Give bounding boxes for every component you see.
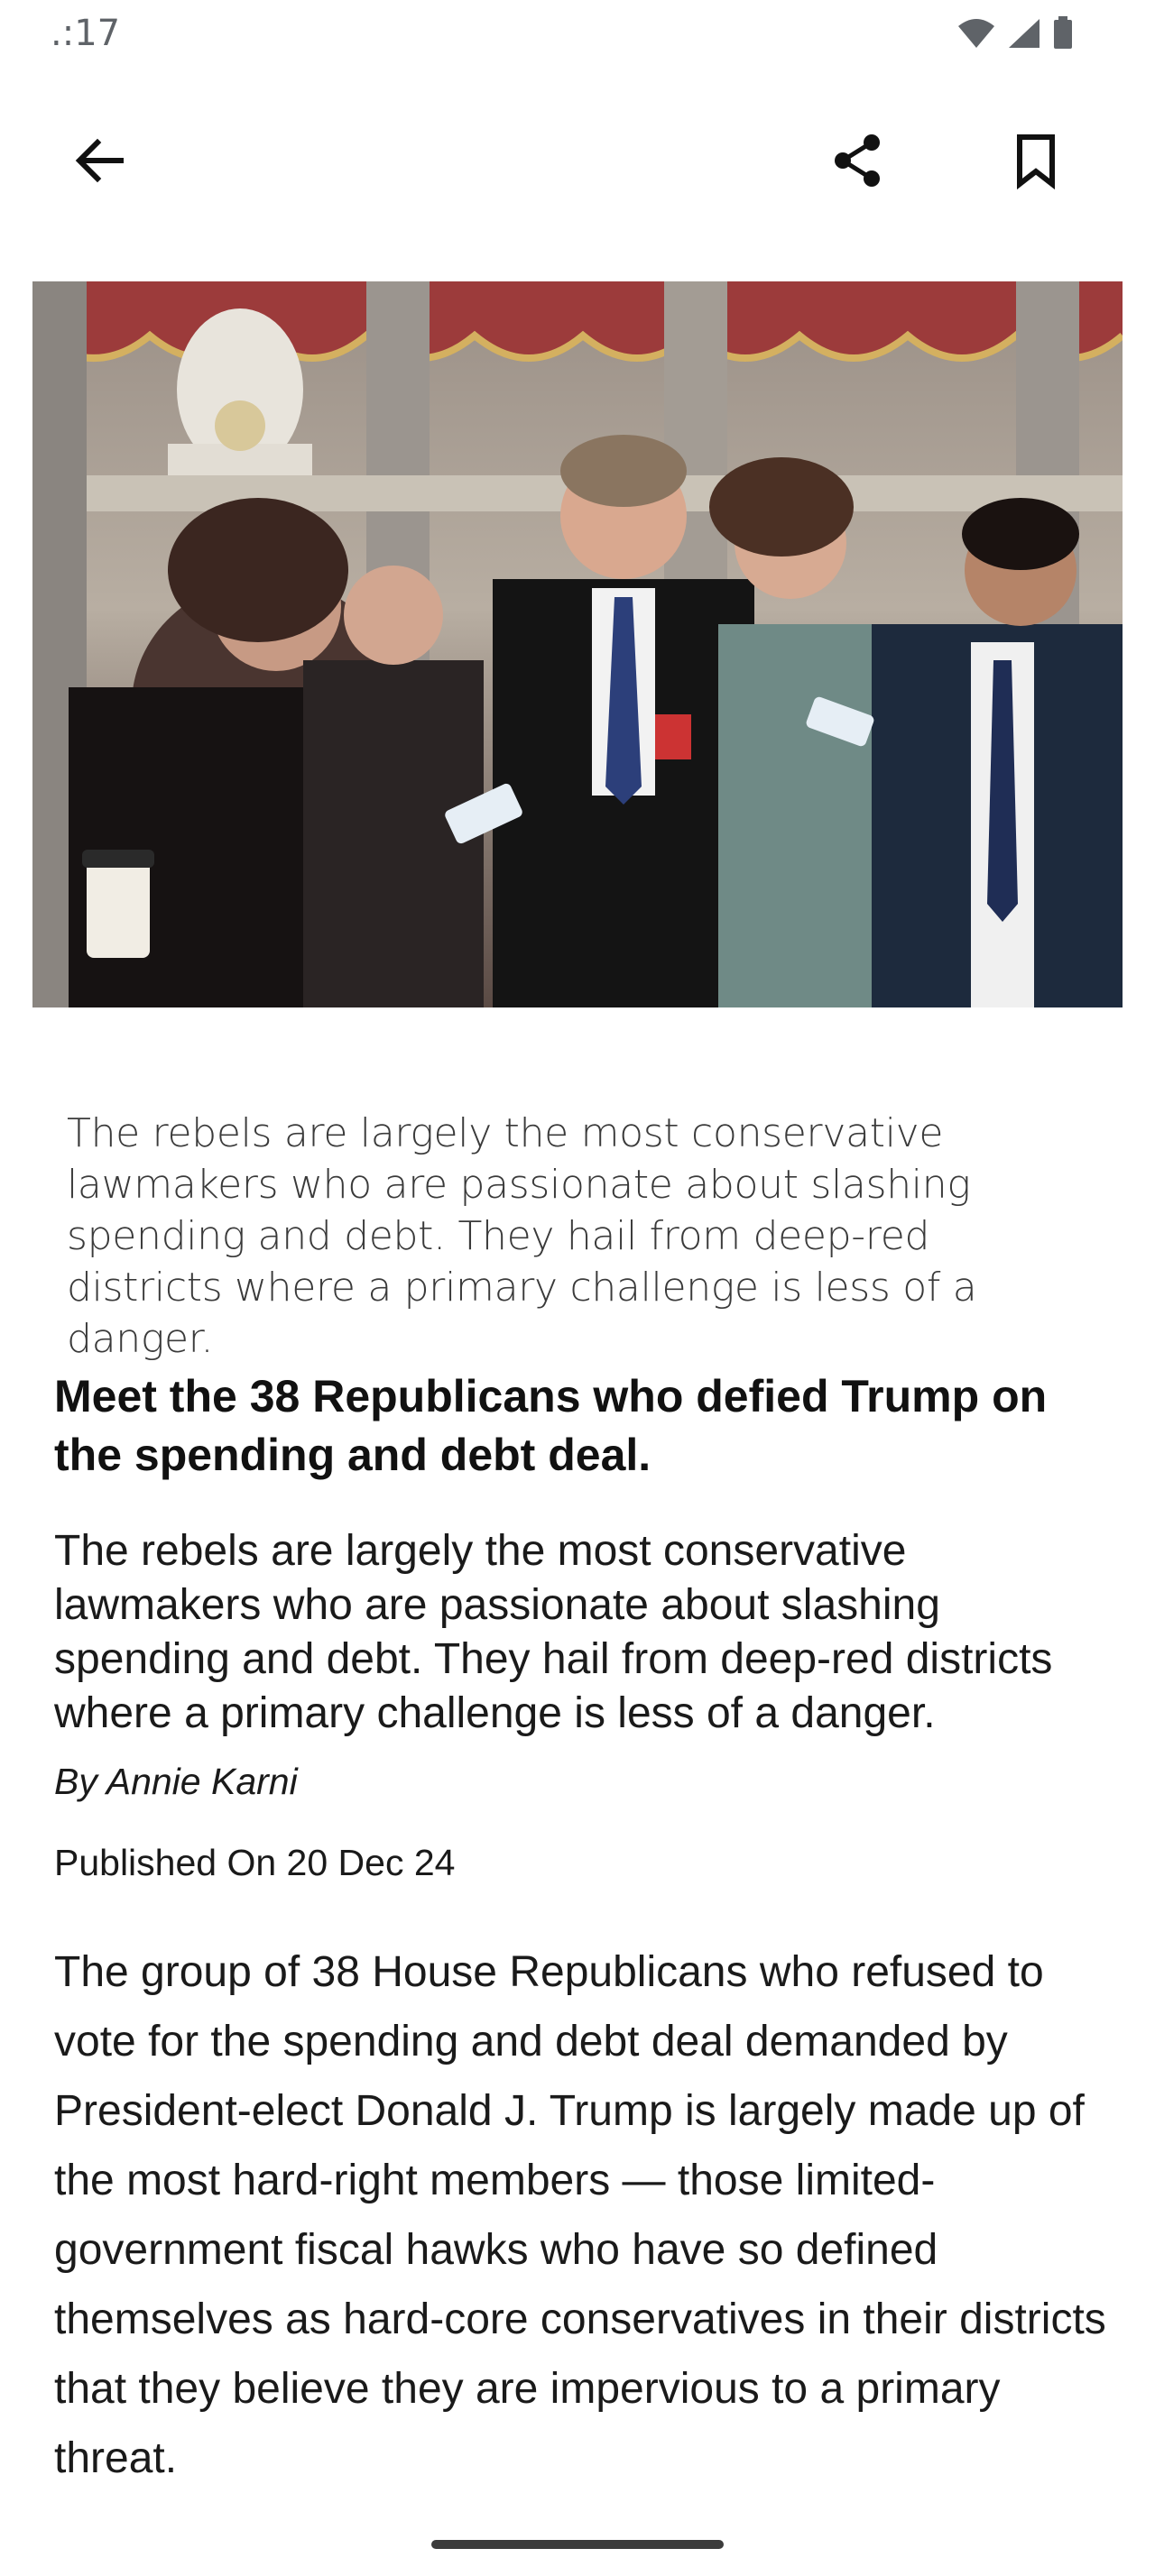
back-button[interactable]: [45, 108, 153, 216]
article-byline: By Annie Karni: [54, 1761, 298, 1802]
wifi-icon: [956, 17, 996, 50]
battery-icon: [1052, 16, 1074, 51]
article-summary: The rebels are largely the most conserva…: [54, 1527, 1053, 1737]
status-icons: [956, 16, 1074, 51]
article-headline: Meet the 38 Republicans who defied Trump…: [54, 1371, 1048, 1480]
status-bar: .:17: [0, 0, 1155, 72]
article-toolbar: [0, 108, 1155, 216]
arrow-left-icon: [70, 132, 128, 194]
bookmark-icon: [1009, 132, 1063, 194]
signal-icon: [1007, 17, 1041, 50]
share-icon: [828, 132, 886, 194]
article-hero-image: [32, 281, 1123, 1007]
share-button[interactable]: [803, 108, 911, 216]
image-caption: The rebels are largely the most conserva…: [67, 1110, 977, 1362]
status-time: .:17: [51, 13, 121, 54]
article-body: The group of 38 House Republicans who re…: [54, 1948, 1106, 2482]
bookmark-button[interactable]: [982, 108, 1090, 216]
home-indicator[interactable]: [431, 2540, 724, 2549]
published-date: Published On 20 Dec 24: [54, 1842, 456, 1883]
